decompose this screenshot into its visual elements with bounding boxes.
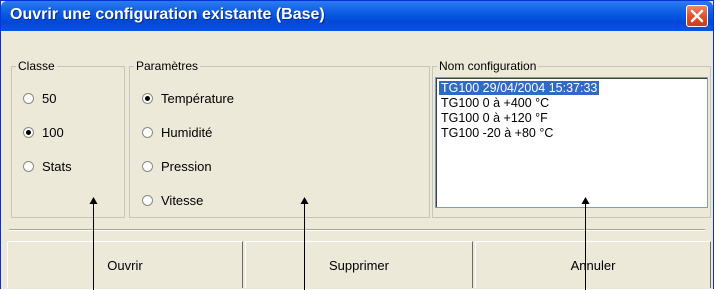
close-button[interactable] bbox=[686, 5, 708, 27]
annotation-arrow-configuration bbox=[581, 197, 590, 290]
radio-button[interactable] bbox=[142, 93, 153, 104]
radio-vitesse[interactable]: Vitesse bbox=[142, 193, 203, 208]
parametres-legend: Paramètres bbox=[136, 59, 199, 73]
list-item[interactable]: TG100 0 à +120 °F bbox=[439, 111, 550, 125]
classe-legend: Classe bbox=[18, 59, 55, 73]
close-icon bbox=[690, 9, 704, 23]
cancel-button[interactable]: Annuler bbox=[475, 241, 711, 288]
radio-label: 50 bbox=[42, 91, 57, 106]
radio-label: Humidité bbox=[161, 125, 213, 140]
delete-button[interactable]: Supprimer bbox=[245, 241, 473, 288]
radio-button[interactable] bbox=[142, 195, 153, 206]
title-bar[interactable]: Ouvrir une configuration existante (Base… bbox=[1, 1, 713, 31]
radio-classe-stats[interactable]: Stats bbox=[23, 159, 72, 174]
radio-label: 100 bbox=[42, 125, 64, 140]
dialog-window: Ouvrir une configuration existante (Base… bbox=[0, 0, 714, 290]
radio-button[interactable] bbox=[23, 127, 34, 138]
radio-button[interactable] bbox=[142, 161, 153, 172]
radio-classe-50[interactable]: 50 bbox=[23, 91, 56, 106]
configuration-list[interactable]: TG100 29/04/2004 15:37:33 TG100 0 à +400… bbox=[435, 77, 708, 208]
radio-humidite[interactable]: Humidité bbox=[142, 125, 212, 140]
radio-button[interactable] bbox=[23, 161, 34, 172]
annotation-arrow-parametres bbox=[300, 197, 309, 290]
list-item[interactable]: TG100 29/04/2004 15:37:33 bbox=[439, 81, 600, 95]
annotation-arrow-classe bbox=[89, 197, 98, 290]
radio-label: Stats bbox=[42, 159, 72, 174]
open-button[interactable]: Ouvrir bbox=[7, 241, 243, 288]
window-title: Ouvrir une configuration existante (Base… bbox=[10, 6, 325, 23]
radio-label: Vitesse bbox=[161, 193, 204, 208]
radio-classe-100[interactable]: 100 bbox=[23, 125, 64, 140]
radio-temperature[interactable]: Température bbox=[142, 91, 234, 106]
configuration-legend: Nom configuration bbox=[439, 59, 537, 73]
radio-button[interactable] bbox=[142, 127, 153, 138]
radio-pression[interactable]: Pression bbox=[142, 159, 212, 174]
separator bbox=[9, 229, 705, 231]
list-item[interactable]: TG100 0 à +400 °C bbox=[439, 96, 551, 110]
list-item[interactable]: TG100 -20 à +80 °C bbox=[439, 126, 555, 140]
radio-label: Pression bbox=[161, 159, 212, 174]
radio-button[interactable] bbox=[23, 93, 34, 104]
radio-label: Température bbox=[161, 91, 234, 106]
